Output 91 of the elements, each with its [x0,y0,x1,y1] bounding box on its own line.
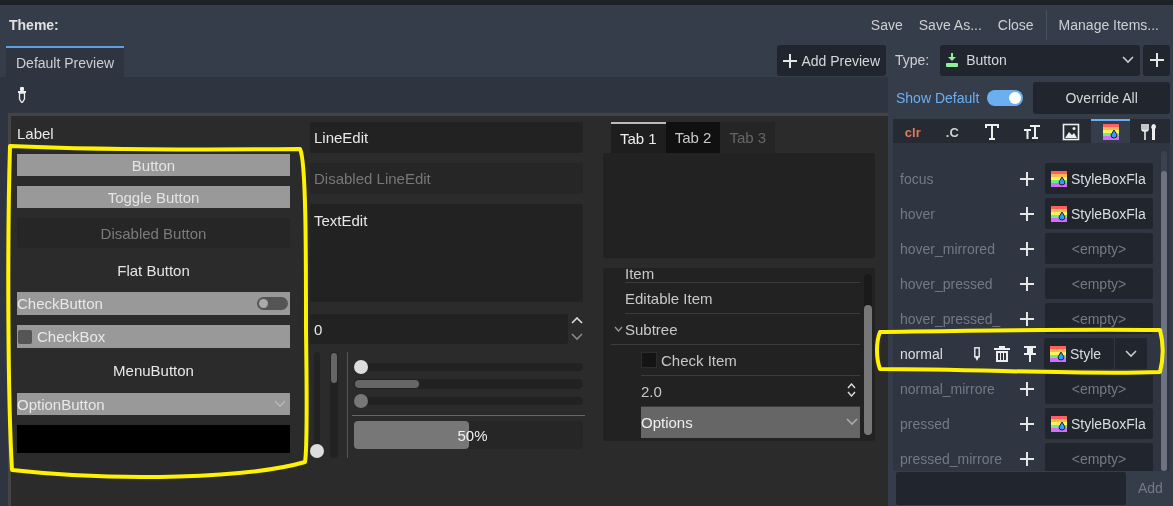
tree-item[interactable]: Subtree [625,320,678,338]
font-icon [982,123,1001,142]
tree-item[interactable]: Item [625,268,655,282]
chevron-down-icon [846,418,858,426]
tree-item[interactable]: Check Item [661,351,737,369]
stylebox-icon [1051,205,1067,222]
checkbox[interactable] [18,329,32,344]
resource-field[interactable]: Style [1044,338,1114,370]
label-text: Label [17,123,55,144]
spin-box-field[interactable]: 0 [310,314,568,344]
toggle-switch[interactable] [987,89,1024,106]
window-title: Theme: [9,16,59,33]
show-default-label: Show Default [896,89,980,106]
resource-field[interactable]: <empty> [1045,233,1153,265]
pencil-icon[interactable] [974,346,980,361]
resource-field[interactable]: StyleBoxFla [1045,198,1153,230]
plus-icon[interactable] [1020,416,1034,431]
plus-icon[interactable] [1020,451,1034,466]
item-name: focus [900,170,935,187]
header-button[interactable]: Close [989,12,1042,37]
stylebox-icon [1102,124,1119,141]
pin-icon[interactable] [1024,345,1036,362]
plus-icon[interactable] [1020,381,1034,396]
type-value: Button [966,52,1007,69]
trash-icon[interactable] [994,345,1010,362]
type-dropdown[interactable]: Button [940,44,1140,76]
plus-icon[interactable] [1020,276,1034,291]
plus-icon[interactable] [1020,311,1034,326]
chevron-down-icon [1122,56,1134,65]
item-name: hover_pressed_ [900,310,1002,327]
item-type-tab[interactable]: .C [932,118,973,144]
plus-icon [783,53,798,68]
line-edit-field[interactable]: LineEdit [310,122,583,153]
stylebox-icon [1050,345,1066,362]
horizontal-scrollbar[interactable] [354,379,583,389]
type-label: Type: [895,52,930,69]
chevron-down-icon [274,400,286,408]
header-button[interactable]: Save [862,12,911,37]
add-type-button[interactable] [1143,44,1170,76]
color-swatch[interactable] [17,425,290,453]
add-preview-button[interactable]: Add Preview [777,45,886,76]
item-name: normal_mirrore [900,380,996,397]
stylebox-icon [1051,415,1067,432]
checkbox[interactable] [641,352,657,368]
toggle-switch[interactable] [257,297,288,310]
horizontal-slider[interactable] [354,361,583,373]
eyedropper-icon[interactable] [18,87,26,103]
item-name: hover_mirrored [900,240,996,257]
range-value[interactable]: 2.0 [641,382,662,400]
item-name-field[interactable] [896,471,1126,505]
stylebox-icon [1051,170,1067,187]
override-all-button[interactable]: Override All [1033,81,1170,114]
header-button[interactable]: Save As... [910,12,990,37]
vertical-scrollbar[interactable] [330,352,338,458]
horizontal-slider[interactable] [354,395,583,407]
item-name: hover_pressed [900,275,994,292]
item-name: pressed [900,415,951,432]
button-node-icon [946,53,959,68]
item-type-tab[interactable] [1090,118,1131,144]
progress-reading: 50% [457,426,488,444]
vertical-scrollbar[interactable] [864,274,872,435]
plus-icon [1149,53,1164,68]
plus-icon[interactable] [1020,171,1034,186]
resource-field[interactable]: StyleBoxFla [1045,408,1153,440]
resource-field[interactable]: <empty> [1045,443,1153,471]
header-button[interactable]: Manage Items... [1050,12,1167,37]
item-name: normal [900,345,944,362]
tree-item[interactable]: Editable Item [625,289,713,307]
font-size-icon [1022,123,1041,142]
item-name: pressed_mirrore [900,450,1003,467]
flat-button[interactable]: Flat Button [17,258,290,282]
vertical-slider[interactable] [310,352,324,458]
resource-field[interactable]: <empty> [1045,373,1153,405]
dropdown-button[interactable] [1115,338,1147,370]
item-name: hover [900,205,937,222]
text-edit-field[interactable]: TextEdit [310,204,583,302]
preview-tab[interactable]: Default Preview [6,46,125,77]
checkbox-label: CheckBox [37,328,106,345]
resource-field[interactable]: StyleBoxFla [1045,163,1153,195]
plus-icon[interactable] [1020,241,1034,256]
menu-button[interactable]: MenuButton [17,358,290,383]
resource-field[interactable]: <empty> [1045,268,1153,300]
chevron-down-icon [1125,349,1137,358]
image-icon [1062,123,1081,142]
vertical-scrollbar[interactable] [1161,151,1167,471]
option-dropdown[interactable]: Options [641,406,860,438]
tab[interactable]: Tab 2 [665,122,721,153]
plus-icon[interactable] [1020,206,1034,221]
spin-arrows-icon[interactable] [847,382,856,397]
item-type-tab[interactable]: clr [893,118,933,144]
tab[interactable]: Tab 1 [611,122,666,153]
